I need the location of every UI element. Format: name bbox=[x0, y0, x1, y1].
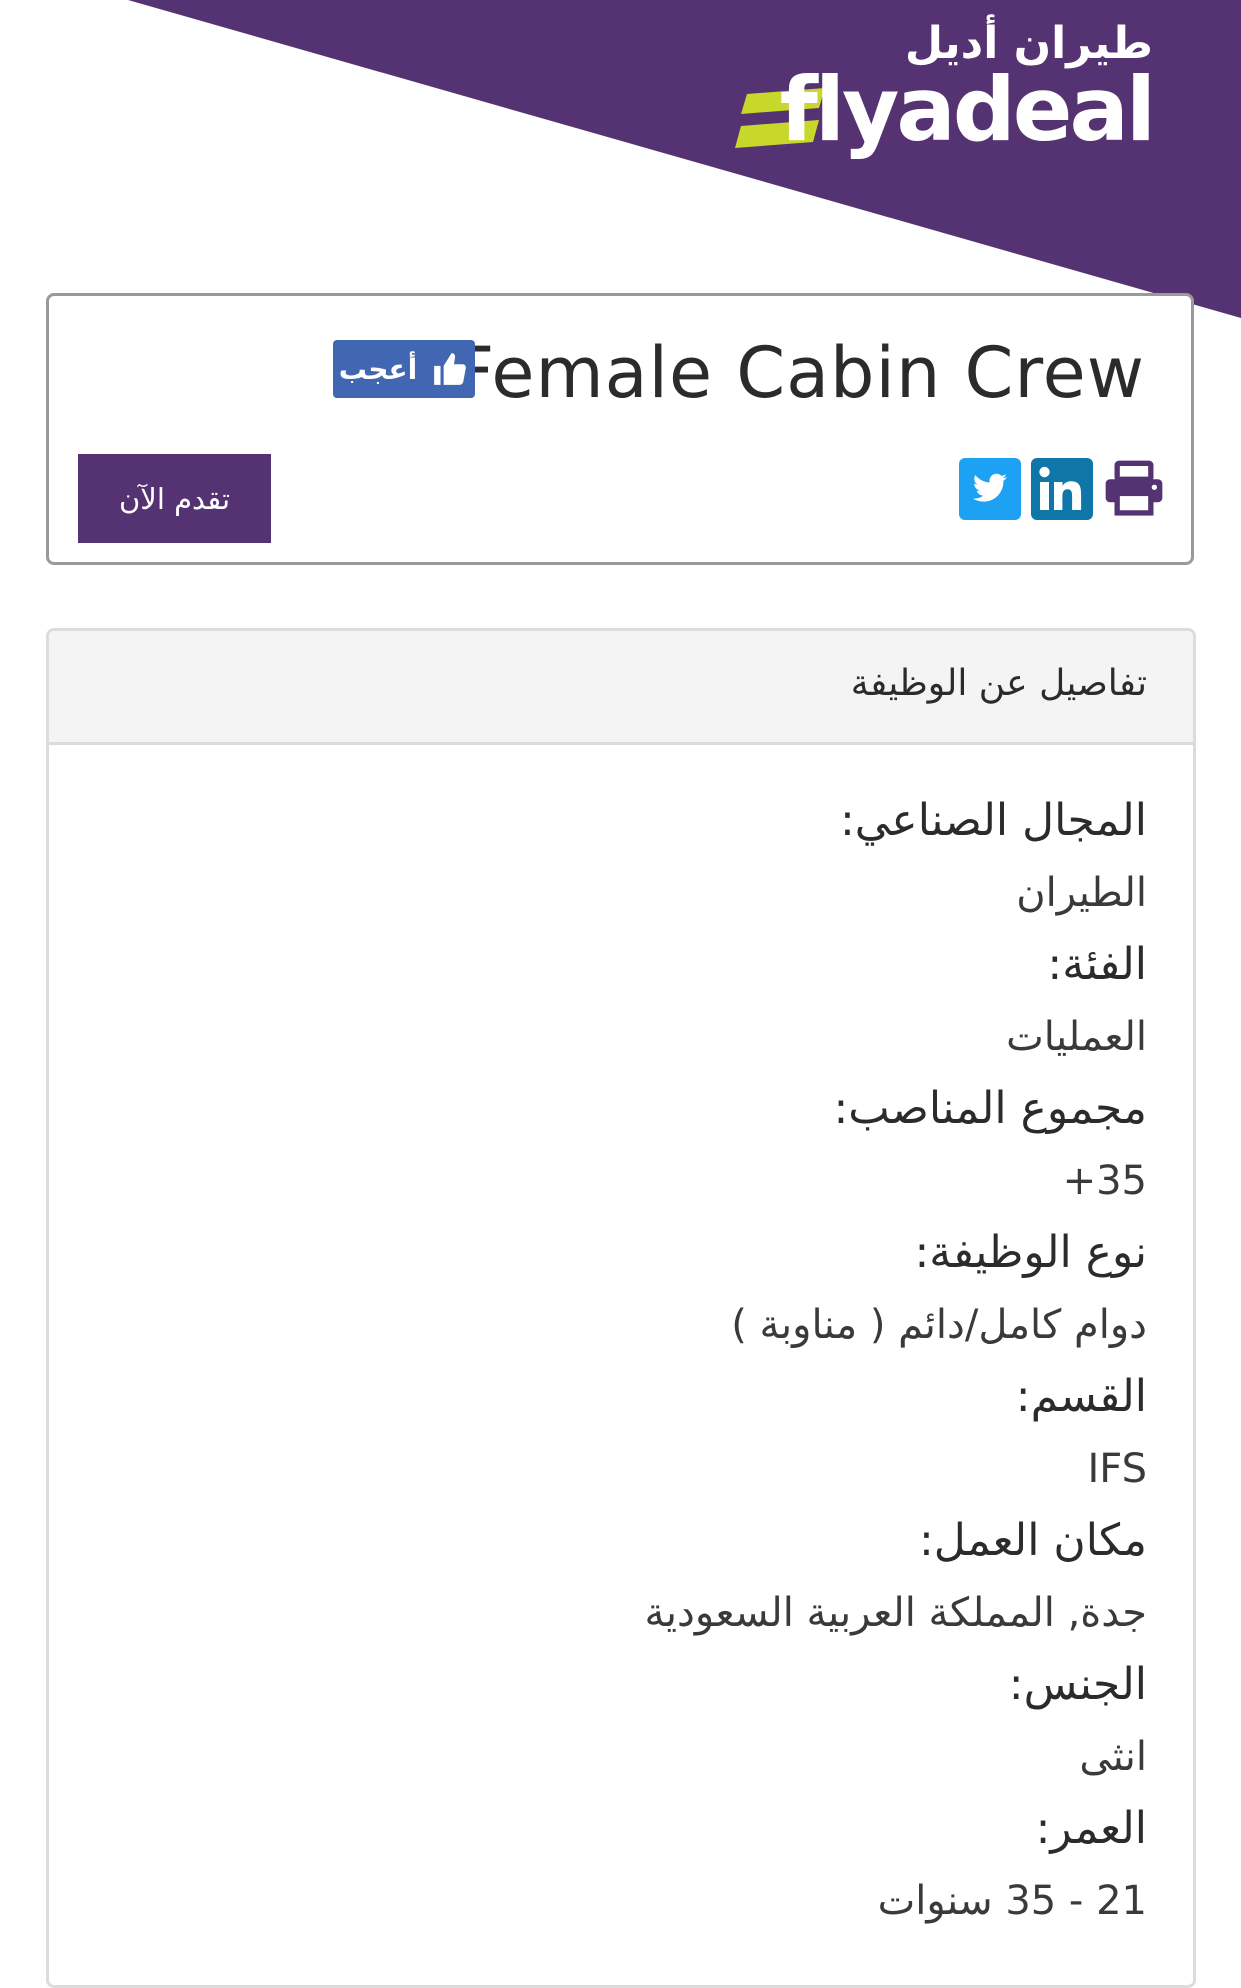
linkedin-icon bbox=[1031, 458, 1093, 520]
job-type-value: دوام كامل/دائم ( مناوبة ) bbox=[731, 1302, 1147, 1348]
thumbs-up-icon bbox=[434, 353, 467, 385]
industry-value: الطيران bbox=[1016, 870, 1147, 916]
print-button[interactable] bbox=[1103, 458, 1165, 520]
positions-label: مجموع المناصب: bbox=[833, 1083, 1147, 1134]
like-label: أعجب bbox=[338, 352, 418, 386]
age-value: 21 - 35 سنوات bbox=[877, 1878, 1147, 1924]
twitter-icon bbox=[959, 458, 1021, 520]
job-details-header: تفاصيل عن الوظيفة bbox=[49, 631, 1193, 745]
linkedin-share-button[interactable] bbox=[1031, 458, 1093, 520]
logo-wordmark: flyadeal bbox=[779, 58, 1156, 161]
job-title: Female Cabin Crew bbox=[453, 332, 1145, 414]
department-value: IFS bbox=[1087, 1446, 1148, 1492]
print-icon bbox=[1105, 460, 1163, 516]
positions-number: +35 bbox=[1062, 1158, 1147, 1204]
share-icons bbox=[959, 458, 1165, 520]
positions-value: +35 bbox=[49, 1145, 1147, 1217]
job-details-panel: تفاصيل عن الوظيفة المجال الصناعي: الطيرا… bbox=[46, 628, 1196, 1988]
age-label: العمر: bbox=[1035, 1803, 1147, 1854]
gender-value: انثى bbox=[1079, 1734, 1147, 1780]
gender-label: الجنس: bbox=[1008, 1659, 1147, 1710]
work-location-value: جدة, المملكة العربية السعودية bbox=[644, 1590, 1147, 1636]
job-type-label: نوع الوظيفة: bbox=[914, 1227, 1147, 1278]
industry-label: المجال الصناعي: bbox=[839, 795, 1147, 846]
department-label: القسم: bbox=[1015, 1371, 1147, 1422]
header-banner: طيران أديل flyadeal bbox=[0, 0, 1241, 330]
work-location-label: مكان العمل: bbox=[918, 1515, 1147, 1566]
job-details-title: تفاصيل عن الوظيفة bbox=[850, 663, 1147, 704]
job-title-card: Female Cabin Crew أعجب تقدم الآن bbox=[46, 293, 1194, 565]
twitter-share-button[interactable] bbox=[959, 458, 1021, 520]
apply-now-button[interactable]: تقدم الآن bbox=[78, 454, 271, 543]
facebook-like-button[interactable]: أعجب bbox=[333, 340, 475, 398]
flyadeal-logo[interactable]: طيران أديل flyadeal bbox=[733, 18, 1156, 168]
category-label: الفئة: bbox=[1047, 939, 1147, 990]
category-value: العمليات bbox=[1006, 1014, 1147, 1060]
job-details-body: المجال الصناعي: الطيران الفئة: العمليات … bbox=[49, 745, 1193, 1937]
